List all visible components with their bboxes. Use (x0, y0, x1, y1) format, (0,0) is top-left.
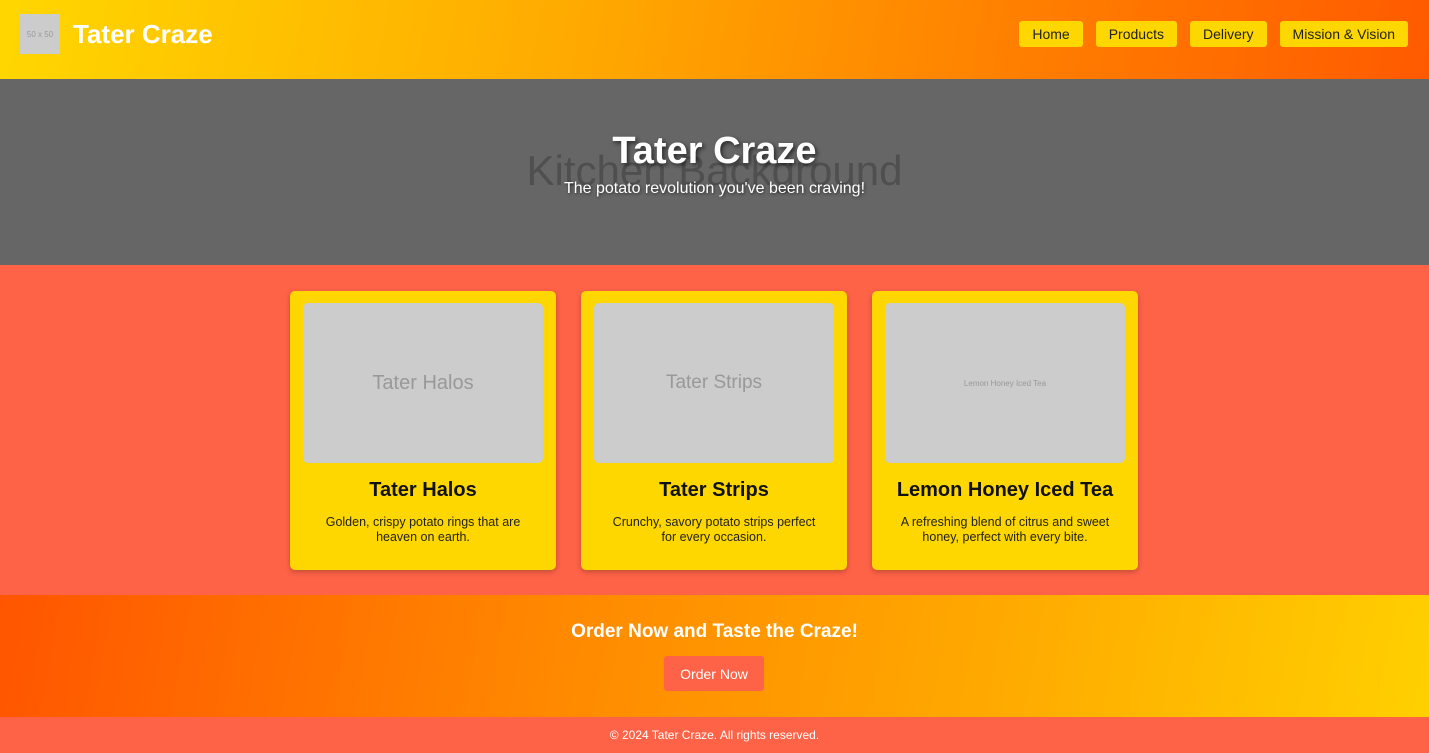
nav-mission-vision-button[interactable]: Mission & Vision (1279, 21, 1408, 47)
main-nav: Home Products Delivery Mission & Vision (1019, 21, 1408, 47)
hero-title: Tater Craze (612, 130, 817, 172)
brand-name[interactable]: Tater Craze (73, 19, 213, 50)
product-card-lemon-honey-iced-tea[interactable]: Lemon Honey Iced Tea Lemon Honey Iced Te… (872, 291, 1138, 570)
site-header: 50 x 50 Tater Craze Home Products Delive… (0, 0, 1429, 79)
logo-image: 50 x 50 (20, 14, 60, 54)
nav-products-button[interactable]: Products (1095, 21, 1177, 47)
product-description: A refreshing blend of citrus and sweet h… (900, 515, 1110, 544)
product-card-tater-strips[interactable]: Tater Strips Tater Strips Crunchy, savor… (581, 291, 847, 570)
cta-title: Order Now and Taste the Craze! (571, 621, 858, 642)
hero-subtitle: The potato revolution you've been cravin… (563, 180, 866, 197)
product-description: Golden, crispy potato rings that are hea… (325, 515, 521, 544)
product-image: Lemon Honey Iced Tea (885, 303, 1125, 463)
product-title: Tater Halos (369, 479, 477, 501)
copyright-text: © 2024 Tater Craze. All rights reserved. (609, 728, 820, 742)
product-card-tater-halos[interactable]: Tater Halos Tater Halos Golden, crispy p… (290, 291, 556, 570)
site-footer: © 2024 Tater Craze. All rights reserved. (0, 717, 1429, 753)
hero-banner: Kitchen Background Tater Craze The potat… (0, 79, 1429, 265)
product-title: Lemon Honey Iced Tea (896, 479, 1114, 501)
product-title: Tater Strips (659, 479, 769, 501)
order-now-button[interactable]: Order Now (664, 656, 764, 691)
products-section: Tater Halos Tater Halos Golden, crispy p… (0, 265, 1429, 595)
order-cta-section: Order Now and Taste the Craze! Order Now (0, 595, 1429, 717)
nav-home-button[interactable]: Home (1019, 21, 1083, 47)
product-description: Crunchy, savory potato strips perfect fo… (612, 515, 816, 544)
nav-delivery-button[interactable]: Delivery (1189, 21, 1267, 47)
product-image: Tater Halos (303, 303, 543, 463)
product-image: Tater Strips (594, 303, 834, 463)
